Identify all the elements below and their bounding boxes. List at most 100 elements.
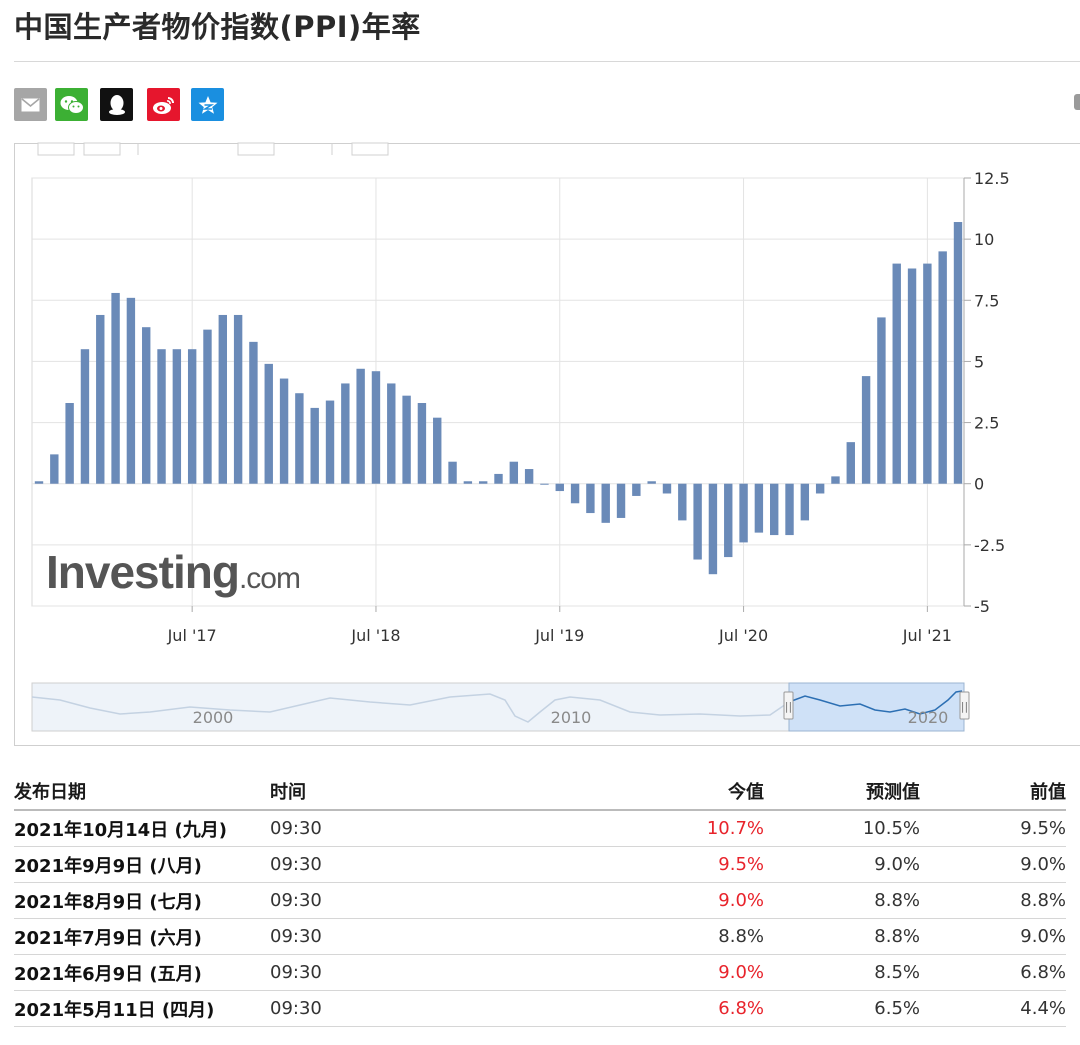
bar-2019-11[interactable] <box>616 483 626 518</box>
release-date-cell: 2021年8月9日 (七月) <box>14 882 270 919</box>
bar-2018-06[interactable] <box>356 368 365 484</box>
forecast-cell: 8.5% <box>764 954 920 991</box>
bar-2018-07[interactable] <box>371 371 381 484</box>
bar-2018-09[interactable] <box>402 395 411 484</box>
x-tick-label: Jul '20 <box>718 626 768 645</box>
bar-2018-12[interactable] <box>448 461 457 484</box>
bar-2017-11[interactable] <box>249 341 258 484</box>
bar-2016-12[interactable] <box>80 349 90 484</box>
bar-2017-02[interactable] <box>111 292 120 484</box>
bar-2017-07[interactable] <box>187 349 197 484</box>
bar-2017-09[interactable] <box>218 314 227 484</box>
bar-2020-04[interactable] <box>693 483 702 560</box>
time-cell: 09:30 <box>270 810 510 847</box>
navigator-handle-grip: || <box>961 700 968 713</box>
bar-2020-06[interactable] <box>724 483 733 558</box>
bar-2019-03[interactable] <box>494 473 503 484</box>
header-release-date[interactable]: 发布日期 <box>14 773 270 811</box>
table-row: 2021年6月9日 (五月) 09:30 9.0% 8.5% 6.8% <box>14 954 1066 991</box>
chart-navigator[interactable]: 2000 2010 2020 || || <box>31 682 970 732</box>
watermark-brand: Investing <box>46 546 239 598</box>
x-tick-label: Jul '21 <box>902 626 952 645</box>
forecast-cell: 10.5% <box>764 810 920 847</box>
bar-2019-08[interactable] <box>570 483 580 504</box>
bar-2018-08[interactable] <box>387 383 396 484</box>
bar-2019-12[interactable] <box>632 483 641 496</box>
y-tick-label: 5 <box>974 352 984 371</box>
bar-2017-10[interactable] <box>233 314 243 484</box>
bar-2021-03[interactable] <box>861 376 871 484</box>
time-cell: 09:30 <box>270 846 510 883</box>
bar-2017-05[interactable] <box>157 349 166 484</box>
bar-2021-04[interactable] <box>877 317 886 484</box>
previous-cell: 8.8% <box>920 882 1066 919</box>
bar-2020-11[interactable] <box>800 483 810 521</box>
bar-2021-09[interactable] <box>953 222 963 484</box>
forecast-cell: 8.8% <box>764 918 920 955</box>
bar-2017-12[interactable] <box>264 363 273 484</box>
bar-2017-08[interactable] <box>203 329 212 484</box>
table-row: 2021年10月14日 (九月) 09:30 10.7% 10.5% 9.5% <box>14 810 1066 847</box>
y-tick-label: 2.5 <box>974 414 999 433</box>
bar-2021-05[interactable] <box>892 263 901 484</box>
header-actual[interactable]: 今值 <box>510 773 764 811</box>
bar-2018-03[interactable] <box>310 407 319 484</box>
release-date-cell: 2021年7月9日 (六月) <box>14 918 270 955</box>
x-axis: Jul '17 Jul '18 Jul '19 Jul '20 Jul '21 <box>167 606 952 645</box>
release-date-cell: 2021年6月9日 (五月) <box>14 954 270 991</box>
actual-cell: 9.0% <box>510 882 764 919</box>
bar-2018-04[interactable] <box>325 400 335 484</box>
bar-2019-05[interactable] <box>524 469 534 484</box>
chart-bars <box>34 222 963 575</box>
release-date-cell: 2021年10月14日 (九月) <box>14 810 270 847</box>
bar-2020-09[interactable] <box>770 483 779 536</box>
actual-cell: 9.5% <box>510 846 764 883</box>
bar-2016-10[interactable] <box>50 454 59 484</box>
bar-2017-04[interactable] <box>142 327 151 484</box>
time-cell: 09:30 <box>270 990 510 1027</box>
actual-cell: 6.8% <box>510 990 764 1027</box>
y-tick-label: -5 <box>974 597 990 616</box>
bar-2018-05[interactable] <box>341 383 350 484</box>
bar-2021-01[interactable] <box>831 476 840 484</box>
bar-2021-06[interactable] <box>907 268 917 484</box>
bar-2019-06[interactable] <box>540 483 549 485</box>
bar-2020-03[interactable] <box>678 483 687 521</box>
header-forecast[interactable]: 预测值 <box>764 773 920 811</box>
y-tick-label: 0 <box>974 475 984 494</box>
bar-2021-08[interactable] <box>938 251 947 484</box>
bar-2021-02[interactable] <box>846 442 855 484</box>
bar-2016-11[interactable] <box>65 403 74 484</box>
chart-toolbar[interactable] <box>37 142 389 156</box>
bar-2018-02[interactable] <box>295 393 304 484</box>
bar-2020-02[interactable] <box>662 483 672 494</box>
bar-2020-05[interactable] <box>708 483 718 575</box>
bar-2017-03[interactable] <box>126 297 136 484</box>
bar-2020-10[interactable] <box>785 483 794 536</box>
bar-2017-06[interactable] <box>172 349 182 484</box>
header-previous[interactable]: 前值 <box>920 773 1066 811</box>
bar-2020-08[interactable] <box>754 483 764 533</box>
bar-2018-10[interactable] <box>417 403 427 484</box>
header-time[interactable]: 时间 <box>270 773 510 811</box>
previous-cell: 9.0% <box>920 918 1066 955</box>
bar-2020-12[interactable] <box>815 483 825 494</box>
bar-2019-02[interactable] <box>478 481 488 484</box>
bar-2018-11[interactable] <box>433 417 442 484</box>
bar-2019-09[interactable] <box>586 483 595 514</box>
bar-2019-10[interactable] <box>601 483 610 523</box>
table-row: 2021年9月9日 (八月) 09:30 9.5% 9.0% 9.0% <box>14 846 1066 883</box>
actual-cell: 10.7% <box>510 810 764 847</box>
previous-cell: 9.0% <box>920 846 1066 883</box>
bar-2019-07[interactable] <box>555 483 564 492</box>
bar-2021-07[interactable] <box>923 263 932 484</box>
bar-2020-01[interactable] <box>647 481 656 484</box>
ppi-bar-chart: Investing.com 12.5 10 7.5 5 2.5 0 -2.5 -5 Jul '… <box>31 142 1010 732</box>
bar-2019-01[interactable] <box>463 481 473 484</box>
navigator-handle-grip: || <box>785 700 792 713</box>
bar-2018-01[interactable] <box>279 378 289 484</box>
bar-2020-07[interactable] <box>739 483 748 543</box>
bar-2017-01[interactable] <box>96 314 105 484</box>
bar-2016-09[interactable] <box>34 481 44 484</box>
bar-2019-04[interactable] <box>509 461 519 484</box>
